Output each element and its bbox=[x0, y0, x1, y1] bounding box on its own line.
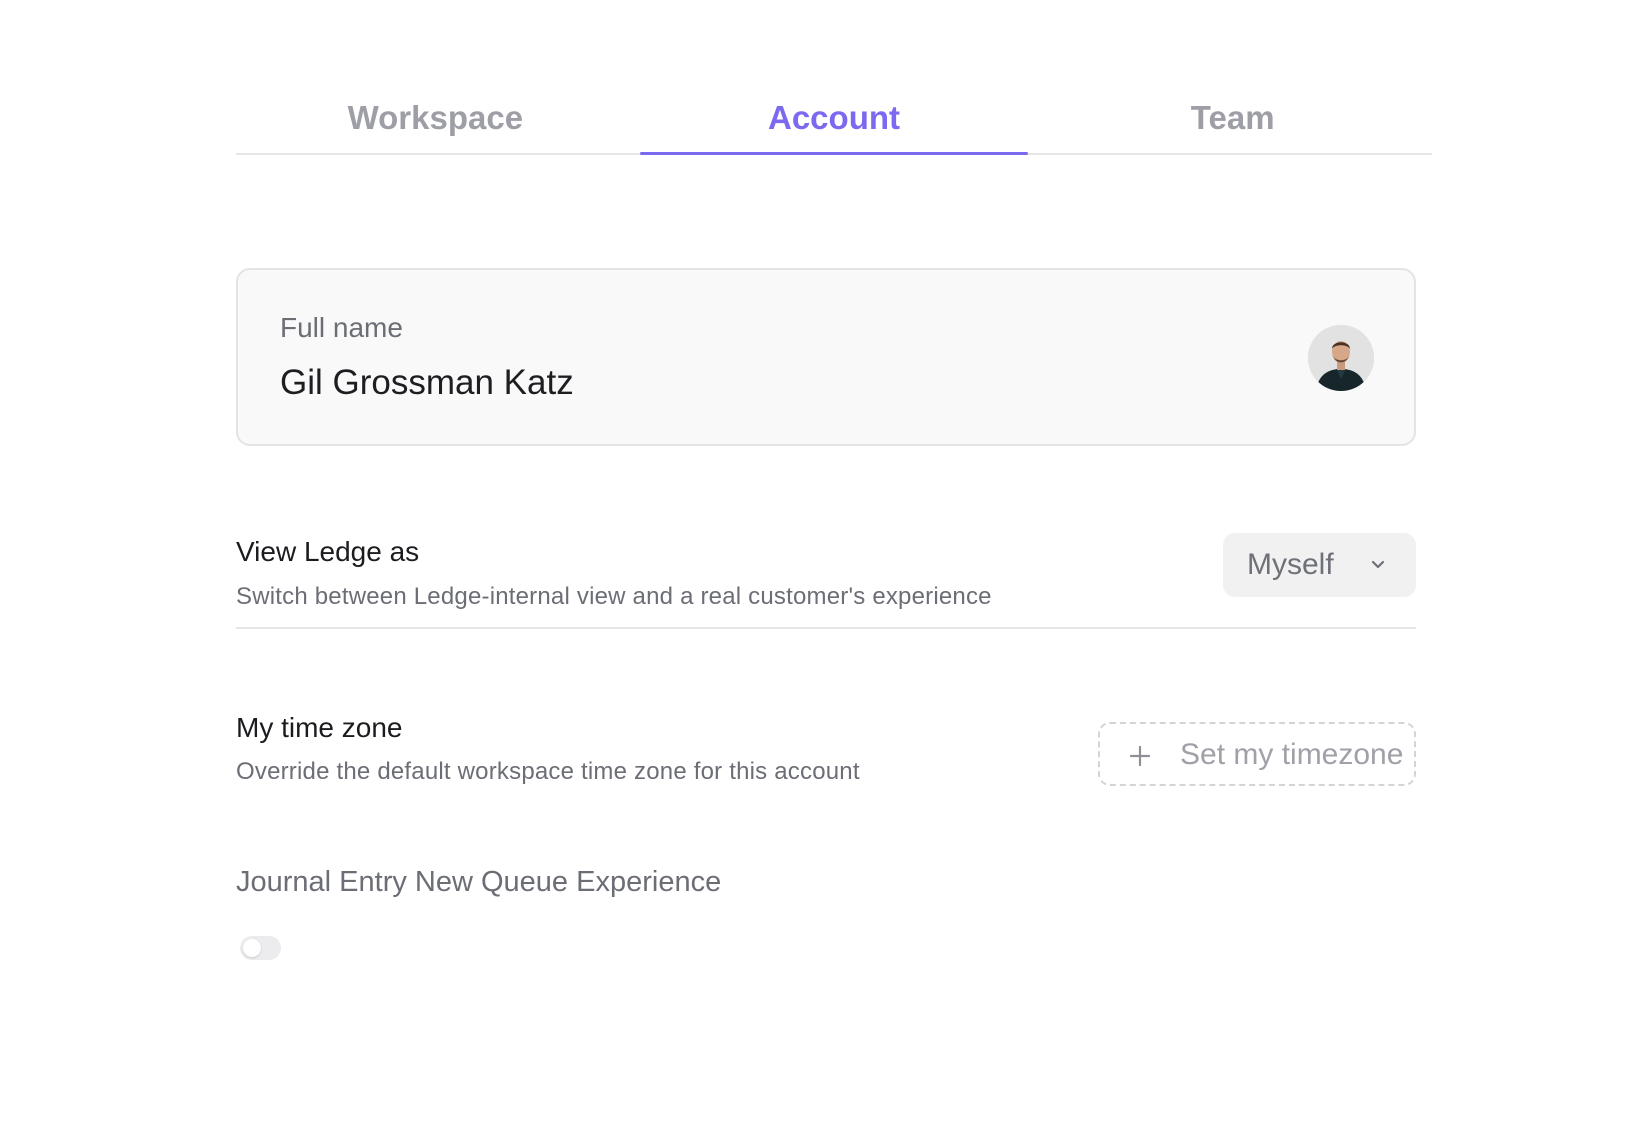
tab-account[interactable]: Account bbox=[635, 90, 1034, 155]
full-name-value: Gil Grossman Katz bbox=[280, 363, 574, 402]
full-name-label: Full name bbox=[280, 312, 403, 343]
plus-icon bbox=[1129, 745, 1151, 767]
tab-workspace[interactable]: Workspace bbox=[236, 90, 635, 153]
account-settings-page: Workspace Account Team Full name Gil Gro… bbox=[0, 0, 1626, 1136]
set-timezone-label: Set my timezone bbox=[1180, 738, 1404, 771]
set-timezone-button[interactable]: Set my timezone bbox=[1098, 722, 1416, 786]
timezone-title: My time zone bbox=[236, 712, 403, 743]
user-avatar-icon bbox=[1308, 325, 1374, 391]
toggle-knob bbox=[243, 939, 261, 957]
tab-team[interactable]: Team bbox=[1033, 90, 1432, 153]
view-as-selected-value: Myself bbox=[1247, 548, 1334, 581]
chevron-down-icon bbox=[1371, 560, 1385, 569]
avatar[interactable] bbox=[1308, 325, 1374, 391]
view-as-description: Switch between Ledge-internal view and a… bbox=[236, 583, 992, 610]
full-name-card[interactable]: Full name Gil Grossman Katz bbox=[236, 268, 1416, 446]
timezone-description: Override the default workspace time zone… bbox=[236, 758, 860, 785]
section-divider bbox=[236, 627, 1416, 629]
view-as-select[interactable]: Myself bbox=[1223, 533, 1416, 597]
settings-tabs: Workspace Account Team bbox=[236, 90, 1432, 155]
journal-queue-title: Journal Entry New Queue Experience bbox=[236, 866, 722, 898]
view-as-title: View Ledge as bbox=[236, 536, 420, 567]
journal-queue-toggle[interactable] bbox=[240, 936, 281, 960]
